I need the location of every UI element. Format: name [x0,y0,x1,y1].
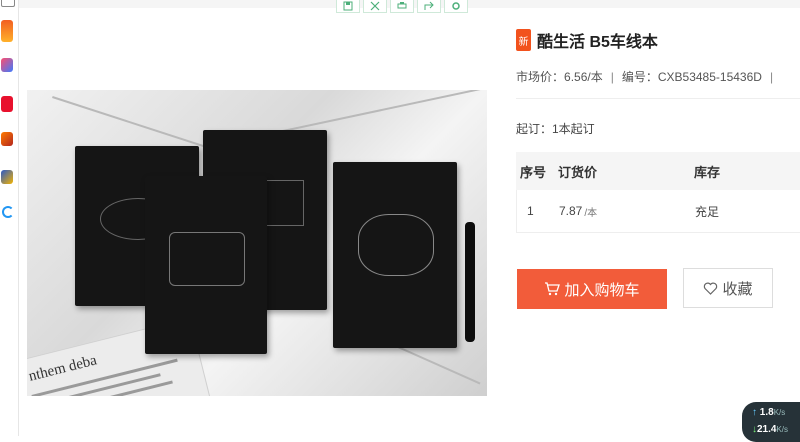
notebook-4 [333,162,457,348]
code-label: 编号： [621,70,658,84]
promo-icon[interactable] [1,20,13,42]
promo-badge-icon[interactable] [1,96,13,112]
download-speed: ↓21.4K/s [752,424,788,435]
pen-prop [465,222,475,342]
table-row: 1 7.87/本 充足 [516,190,800,233]
cart-icon [545,282,561,296]
app-icon[interactable] [1,58,13,72]
game-icon[interactable] [1,132,13,146]
divider [516,98,800,99]
market-price-label: 市场价： [516,70,565,84]
print-icon[interactable] [390,0,414,13]
left-sidebar-rail [0,0,19,436]
settings-icon[interactable] [444,0,468,13]
upload-value: 1.8 [759,407,774,418]
product-title: 酷生活 B5车线本 [537,34,658,51]
row-stock: 充足 [695,204,720,219]
header-index: 序号 [520,164,547,180]
loading-icon[interactable] [2,206,14,218]
download-unit: K/s [776,425,789,434]
add-to-cart-label: 加入购物车 [564,281,640,299]
save-icon[interactable] [336,0,360,13]
product-image[interactable]: nthem deba [27,90,487,396]
favorite-label: 收藏 [722,280,753,298]
market-price: 6.56 [564,70,588,84]
row-price: 7.87/本 [559,190,597,232]
minimum-order: 起订：1本起订 [516,122,595,136]
image-toolbar [336,0,468,14]
favorite-button[interactable]: 收藏 [683,268,773,308]
network-speed-widget[interactable]: ↑ 1.8K/s ↓21.4K/s [742,402,800,442]
new-badge: 新 [516,29,531,51]
share-icon[interactable] [417,0,441,13]
row-price-value: 7.87 [559,204,583,218]
download-value: 21.4 [757,424,777,435]
expand-icon[interactable] [363,0,387,13]
upload-arrow-icon: ↑ [752,407,757,418]
separator: | [610,70,614,84]
upload-unit: K/s [773,408,786,417]
game-icon-2[interactable] [1,170,13,184]
upload-speed: ↑ 1.8K/s [752,407,785,418]
row-index: 1 [527,204,534,218]
product-code: CXB53485-15436D [657,70,762,84]
document-icon[interactable] [1,0,15,7]
price-table-header: 序号 订货价 库存 [516,152,800,190]
market-price-unit: /本 [587,70,603,84]
add-to-cart-button[interactable]: 加入购物车 [517,269,667,309]
separator-2: | [769,70,774,84]
product-title-row: 新 酷生活 B5车线本 [516,28,658,52]
header-price: 订货价 [558,164,598,180]
notebook-3 [145,176,267,354]
header-stock: 库存 [694,164,721,180]
product-meta: 市场价：6.56/本 | 编号：CXB53485-15436D | [516,68,781,85]
row-price-unit: /本 [584,207,598,219]
heart-icon [704,282,718,295]
